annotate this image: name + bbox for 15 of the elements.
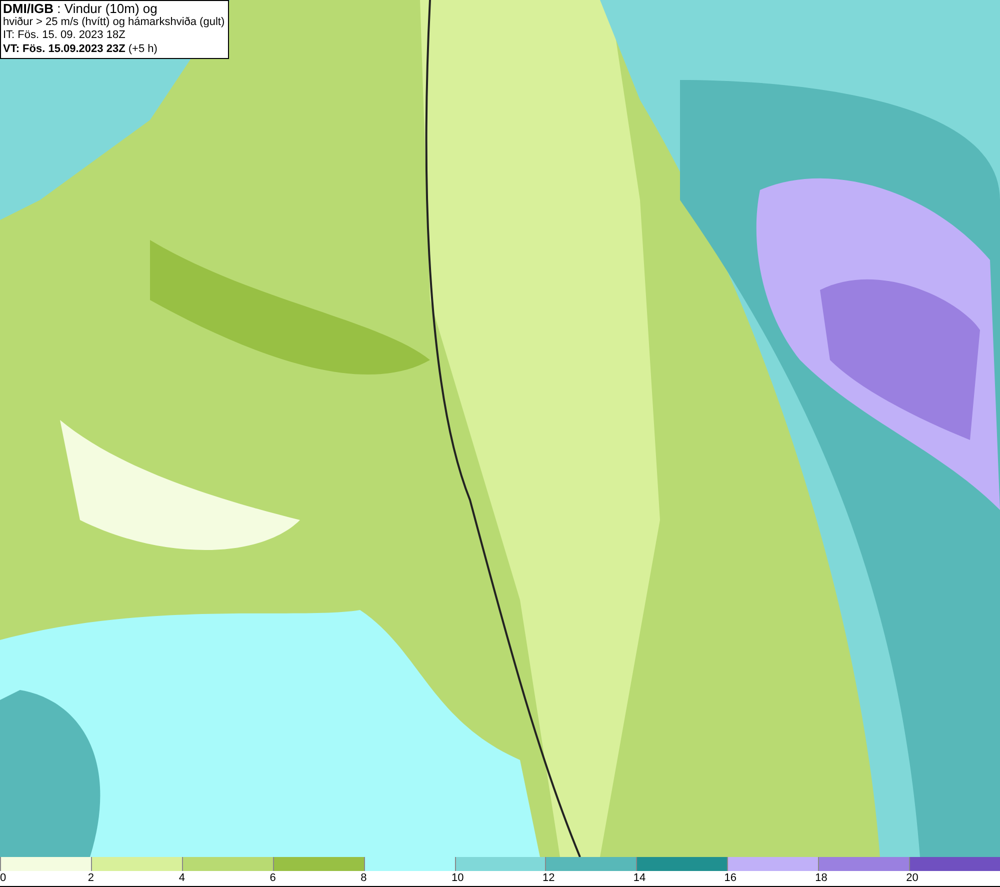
title-line: DMI/IGB : Vindur (10m) og — [3, 2, 158, 16]
legend-label: 6 — [270, 871, 276, 886]
legend-label: 20 — [906, 871, 918, 886]
title-line: hviður > 25 m/s (hvítt) og hámarkshviða (gult) — [3, 16, 225, 29]
title-line: IT: Fös. 15. 09. 2023 18Z — [3, 29, 126, 42]
legend-label: 16 — [724, 871, 737, 886]
legend-label: 10 — [452, 871, 464, 886]
legend-label: 14 — [633, 871, 646, 886]
legend-label: 2 — [88, 871, 94, 886]
legend-label: 0 — [0, 871, 6, 886]
legend-label: 12 — [542, 871, 555, 886]
legend-label: 4 — [178, 871, 185, 886]
legend-label: 8 — [360, 871, 367, 886]
title-line: VT: Fös. 15.09.2023 23Z (+5 h) — [3, 42, 158, 56]
legend-label: 18 — [815, 871, 828, 886]
